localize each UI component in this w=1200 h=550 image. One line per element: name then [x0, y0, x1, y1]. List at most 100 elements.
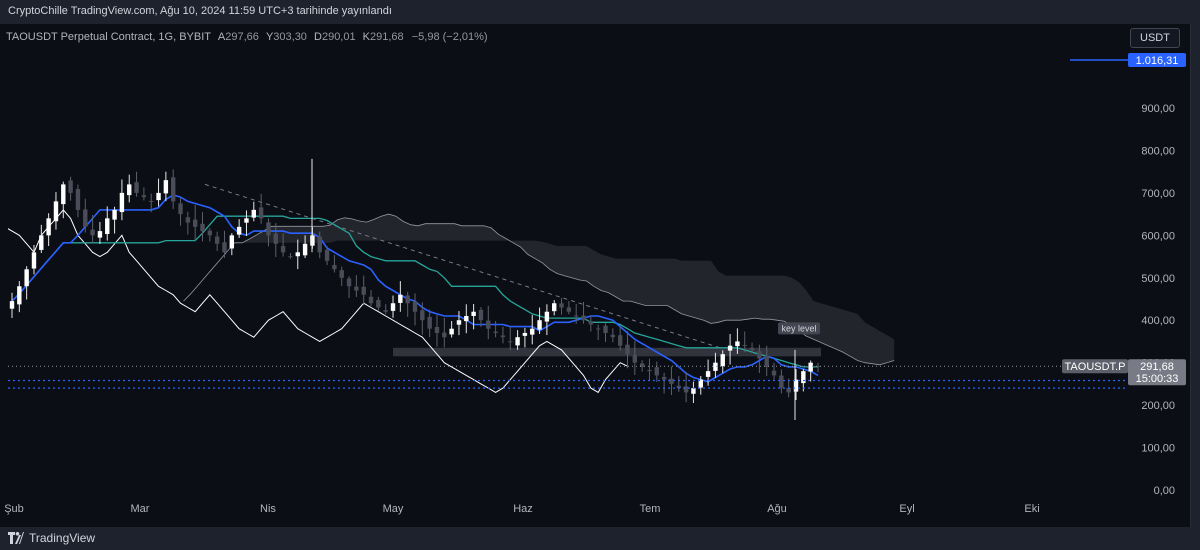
price-axis[interactable]: 900,00800,00700,00600,00500,00400,00300,… [1141, 103, 1175, 497]
key-level-zone [393, 347, 821, 357]
candle-body [478, 309, 484, 321]
time-tick-label: Şub [4, 503, 24, 515]
time-tick-label: Nis [260, 503, 276, 515]
countdown-text: 15:00:33 [1136, 373, 1179, 385]
candle-body [185, 217, 191, 223]
candle-body [339, 270, 344, 278]
candle-body [779, 375, 784, 389]
candle-body [610, 334, 616, 338]
cloud-fill [183, 214, 895, 365]
candle-body [222, 242, 227, 253]
candle-body [559, 303, 564, 308]
candle-body [669, 378, 674, 384]
candle-body [808, 362, 813, 372]
candle-body [405, 295, 410, 304]
candle-body [508, 341, 513, 343]
candle-body [324, 249, 330, 261]
time-axis[interactable]: Şub Mar Nis May Haz Tem Ağu Eyl Eki [4, 503, 1039, 515]
candle-body [90, 229, 95, 236]
candle-body [720, 354, 725, 367]
candle-body [434, 326, 440, 333]
price-tick-label: 400,00 [1141, 315, 1175, 327]
candle-body [9, 301, 15, 309]
candle-body [486, 320, 491, 329]
candle-body [163, 180, 169, 194]
price-tick-label: 200,00 [1141, 400, 1175, 412]
price-tick-label: 0,00 [1154, 485, 1175, 497]
candle-body [412, 301, 418, 312]
alert-price-text: 1.016,31 [1136, 55, 1179, 67]
candle-body [793, 379, 799, 392]
candle-body [368, 296, 374, 304]
candle-body [398, 294, 403, 303]
last-price-text: 291,68 [1140, 361, 1174, 373]
candle-body [530, 328, 535, 335]
time-tick-label: Ağu [767, 503, 787, 515]
candle-body [390, 303, 396, 311]
candle-body [801, 371, 806, 384]
candle-body [207, 230, 213, 236]
candle-body [39, 235, 44, 250]
candle-body [617, 335, 623, 346]
candle-body [295, 252, 300, 257]
time-tick-label: Mar [131, 503, 150, 515]
candle-body [691, 388, 696, 394]
candle-body [449, 328, 454, 335]
candle-body [456, 320, 462, 325]
symbol-tag-text: TAOUSDT.P [1065, 361, 1126, 373]
chikou-line [8, 209, 628, 394]
candle-body [654, 367, 659, 376]
candle-body [31, 252, 37, 269]
candle-body [302, 243, 308, 256]
candle-body [552, 303, 557, 312]
candle-body [68, 180, 73, 193]
candle-body [317, 236, 322, 253]
candle-body [97, 231, 103, 238]
price-tick-label: 800,00 [1141, 145, 1175, 157]
key-level-label: key level [781, 323, 816, 333]
candle-body [288, 256, 293, 258]
candle-body [24, 269, 29, 287]
candle-body [566, 307, 572, 312]
candle-body [149, 200, 154, 202]
candle-body [200, 223, 205, 232]
candle-body [771, 370, 777, 376]
price-tick-label: 500,00 [1141, 273, 1175, 285]
candle-body [471, 311, 476, 316]
price-chart-svg[interactable]: key level 900,00 800,00 700,00 600,00 500,00… [0, 0, 1200, 527]
candle-body [119, 192, 125, 213]
candle-body [537, 320, 542, 330]
candle-body [112, 209, 117, 220]
candle-body [141, 195, 147, 198]
candle-body [764, 355, 769, 367]
price-tick-label: 900,00 [1141, 103, 1175, 115]
candle-body [588, 321, 594, 325]
candle-body [757, 351, 762, 359]
candle-body [683, 386, 689, 393]
candle-body [236, 226, 242, 235]
time-tick-label: Eyl [899, 503, 914, 515]
candle-body [266, 222, 271, 236]
candle-body [727, 345, 733, 351]
candle-body [105, 218, 110, 235]
price-tick-label: 600,00 [1141, 230, 1175, 242]
candle-body [427, 316, 432, 329]
candle-body [83, 209, 88, 227]
ichimoku-cloud: key level [183, 183, 895, 366]
candle-body [742, 344, 747, 346]
candle-body [273, 233, 278, 244]
price-tick-label: 700,00 [1141, 188, 1175, 200]
candle-body [603, 325, 608, 333]
candle-body [53, 201, 59, 222]
candle-body [632, 355, 638, 363]
candle-body [127, 184, 132, 196]
candle-body [258, 207, 264, 219]
candle-body [493, 331, 498, 333]
candle-body [705, 371, 711, 377]
levels-layer [8, 59, 1128, 389]
time-tick-label: Tem [640, 503, 661, 515]
candle-body [178, 203, 183, 215]
candle-body [464, 315, 469, 322]
candle-body [361, 286, 366, 295]
candle-body [46, 218, 51, 236]
